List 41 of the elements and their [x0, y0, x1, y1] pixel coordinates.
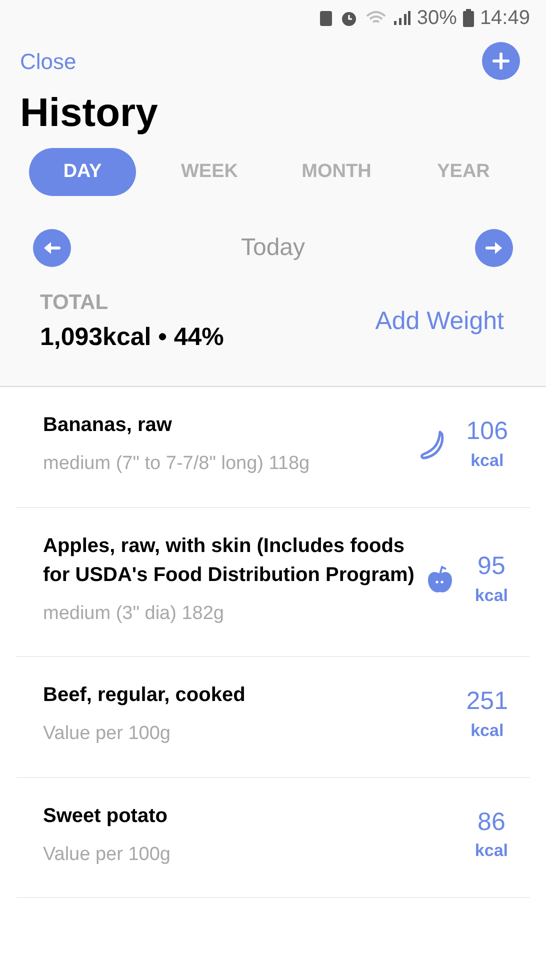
calorie-value: 95 — [478, 551, 506, 582]
calorie-unit: kcal — [474, 584, 508, 607]
total-label: TOTAL — [40, 290, 110, 316]
food-name: Beef, regular, cooked — [43, 683, 246, 708]
next-button[interactable] — [474, 229, 513, 267]
right-arrow-icon — [484, 241, 503, 255]
food-row[interactable]: Apples, raw, with skin (Includes foods for USDA's Food Distribution Program) medium (3" dia) 182g 95 kcal — [16, 508, 530, 657]
food-portion: medium (3" dia) 182g — [43, 602, 226, 626]
food-portion: Value per 100g — [43, 842, 172, 866]
food-name: Apples, raw, with skin (Includes foods for USDA's Food Distribution Program) — [43, 534, 416, 588]
food-name: Sweet potato — [43, 804, 168, 828]
battery-icon — [462, 9, 474, 27]
food-name: Bananas, raw — [43, 413, 173, 438]
calorie-unit: kcal — [470, 450, 504, 472]
total-value: 1,093kcal • 44% — [40, 322, 224, 352]
close-button[interactable]: Close — [20, 44, 76, 78]
calorie-value: 86 — [478, 806, 506, 838]
period-tab[interactable]: WEEK — [156, 148, 263, 196]
period-tab[interactable]: DAY — [29, 148, 136, 196]
date-label: Today — [240, 233, 306, 263]
calorie-unit: kcal — [470, 720, 504, 742]
food-row[interactable]: Sweet potato Value per 100g 86 kcal — [16, 778, 530, 898]
banana-icon — [420, 430, 446, 460]
period-tab[interactable]: MONTH — [283, 148, 390, 196]
food-portion: Value per 100g — [43, 722, 172, 746]
food-row[interactable]: Bananas, raw medium (7" to 7-7/8" long) 118g 106 kcal — [16, 387, 530, 508]
calorie-value: 251 — [466, 686, 508, 718]
calorie-unit: kcal — [474, 840, 508, 862]
page-title: History — [19, 90, 159, 137]
add-weight-link[interactable]: Add Weight — [375, 302, 504, 340]
previous-button[interactable] — [33, 229, 71, 267]
period-tab[interactable]: YEAR — [410, 148, 517, 196]
signal-icon — [392, 10, 411, 26]
left-arrow-icon — [43, 241, 61, 255]
battery-percent: 30% — [416, 6, 457, 31]
food-row[interactable]: Beef, regular, cooked Value per 100g 251 kcal — [16, 657, 530, 778]
calorie-value: 106 — [466, 416, 508, 448]
add-button[interactable] — [482, 42, 520, 80]
clock: 14:49 — [480, 6, 530, 31]
food-portion: medium (7" to 7-7/8" long) 118g — [43, 452, 311, 476]
plus-icon — [492, 52, 510, 70]
